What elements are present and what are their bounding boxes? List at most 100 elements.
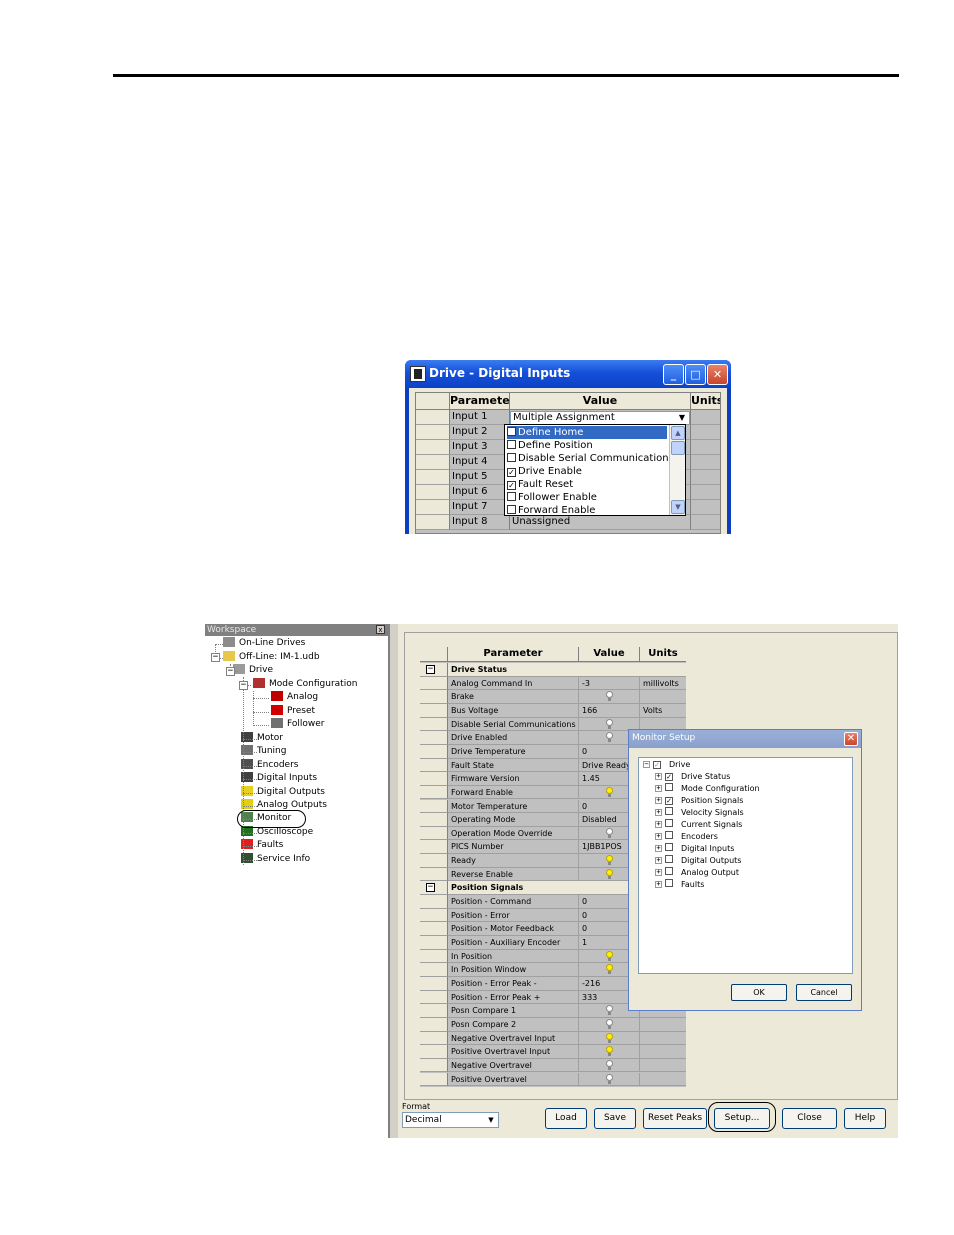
setup-signal-group[interactable]: + Digital Outputs <box>655 855 741 867</box>
list-scrollbar[interactable]: ▲ ▼ <box>669 425 685 515</box>
column-header-value[interactable]: Value <box>510 393 691 410</box>
expand-icon[interactable]: + <box>655 809 662 816</box>
grid-header-value[interactable]: Value <box>579 647 640 662</box>
option-checkbox[interactable] <box>507 427 516 436</box>
dropdown-arrow-icon[interactable]: ▼ <box>676 413 688 423</box>
row-selector[interactable] <box>416 500 450 515</box>
row-selector[interactable]: − <box>420 663 448 677</box>
monitor-row[interactable]: Bus Voltage 166 Volts <box>420 703 686 718</box>
collapse-icon[interactable]: − <box>426 883 435 893</box>
option-checkbox[interactable] <box>507 492 516 501</box>
tree-node-on-line-drives[interactable]: On-Line Drives <box>223 637 305 650</box>
assignment-dropdown-list[interactable]: Define Home Define Position Disable Serial… <box>504 424 686 516</box>
setup-signal-group[interactable]: + Current Signals <box>655 819 742 831</box>
window-titlebar[interactable]: Drive - Digital Inputs _ □ ✕ <box>405 360 731 388</box>
monitor-row[interactable]: Brake <box>420 690 686 704</box>
row-selector[interactable] <box>416 425 450 440</box>
setup-signal-group[interactable]: + Digital Inputs <box>655 843 734 855</box>
expand-icon[interactable]: + <box>655 857 662 864</box>
tree-node-analog[interactable]: Analog <box>271 691 318 704</box>
signal-group-checkbox[interactable] <box>665 819 673 827</box>
column-header-units[interactable]: Units <box>691 393 720 410</box>
tree-node-drive[interactable]: Drive <box>233 664 273 677</box>
grid-header-units[interactable]: Units <box>640 647 686 662</box>
tree-node-follower[interactable]: Follower <box>271 718 324 731</box>
setup-root-node[interactable]: − ✓ Drive <box>643 759 690 771</box>
cancel-button[interactable]: Cancel <box>796 984 852 1001</box>
grid-header-parameter[interactable]: Parameter <box>448 647 579 662</box>
collapse-icon[interactable]: − <box>239 681 248 690</box>
row-selector[interactable] <box>416 470 450 485</box>
option-checkbox[interactable] <box>507 440 516 449</box>
expand-icon[interactable]: + <box>655 797 662 804</box>
signal-group-checkbox[interactable] <box>665 843 673 851</box>
monitor-row[interactable]: Posn Compare 2 <box>420 1017 686 1032</box>
help-button[interactable]: Help <box>844 1108 886 1129</box>
monitor-row[interactable]: Positive Overtravel Input <box>420 1045 686 1059</box>
minimize-icon[interactable]: _ <box>663 364 684 385</box>
signal-group-checkbox[interactable]: ✓ <box>665 797 673 805</box>
setup-signal-group[interactable]: + ✓ Position Signals <box>655 795 743 807</box>
row-selector[interactable]: − <box>420 881 448 896</box>
collapse-icon[interactable]: − <box>643 761 650 768</box>
close-icon[interactable]: ✕ <box>707 364 728 385</box>
save-button[interactable]: Save <box>594 1108 636 1129</box>
load-button[interactable]: Load <box>545 1108 587 1129</box>
monitor-row[interactable]: Negative Overtravel <box>420 1058 686 1073</box>
assignment-option[interactable]: Forward Enable <box>507 504 667 517</box>
collapse-icon[interactable]: − <box>226 667 235 676</box>
assignment-option[interactable]: ✓ Fault Reset <box>507 478 667 491</box>
assignment-option[interactable]: Define Home <box>507 426 667 439</box>
row-selector[interactable] <box>416 455 450 470</box>
input-value[interactable]: Unassigned <box>510 515 691 530</box>
setup-signal-group[interactable]: + Mode Configuration <box>655 783 760 795</box>
close-icon[interactable]: ✕ <box>844 732 858 746</box>
assignment-option[interactable]: ✓ Drive Enable <box>507 465 667 478</box>
option-checkbox[interactable]: ✓ <box>507 468 516 477</box>
tree-node-mode-configuration[interactable]: Mode Configuration <box>253 678 357 691</box>
monitor-row[interactable]: Analog Command In -3 millivolts <box>420 676 686 691</box>
maximize-icon[interactable]: □ <box>685 364 706 385</box>
expand-icon[interactable]: + <box>655 869 662 876</box>
expand-icon[interactable]: + <box>655 881 662 888</box>
input-1-value-combo[interactable]: Multiple Assignment ▼ <box>510 411 690 425</box>
signal-group-checkbox[interactable] <box>665 783 673 791</box>
tree-node-off-line-im-1-udb[interactable]: Off-Line: IM-1.udb <box>223 651 320 664</box>
expand-icon[interactable]: + <box>655 773 662 780</box>
close-button[interactable]: Close <box>782 1108 837 1129</box>
setup-signal-group[interactable]: + Analog Output <box>655 867 739 879</box>
expand-icon[interactable]: + <box>655 821 662 828</box>
dialog-titlebar[interactable]: Monitor Setup ✕ <box>629 730 861 748</box>
row-selector[interactable] <box>416 515 450 530</box>
format-select[interactable]: Decimal ▼ <box>402 1112 499 1128</box>
scroll-up-icon[interactable]: ▲ <box>671 426 685 440</box>
dropdown-arrow-icon[interactable]: ▼ <box>485 1114 497 1126</box>
row-selector[interactable] <box>416 485 450 500</box>
assignment-option[interactable]: Define Position <box>507 439 667 452</box>
workspace-close-icon[interactable]: x <box>376 625 385 634</box>
column-header-parameter[interactable]: Parameter <box>450 393 515 410</box>
signal-group-checkbox[interactable] <box>665 879 673 887</box>
tree-node-preset[interactable]: Preset <box>271 705 315 718</box>
section-row[interactable]: − Drive Status <box>420 663 686 677</box>
setup-signal-group[interactable]: + ✓ Drive Status <box>655 771 730 783</box>
signal-group-checkbox[interactable] <box>665 867 673 875</box>
root-checkbox[interactable]: ✓ <box>653 761 661 769</box>
signal-group-checkbox[interactable]: ✓ <box>665 773 673 781</box>
assignment-option[interactable]: Follower Enable <box>507 491 667 504</box>
setup-signal-group[interactable]: + Velocity Signals <box>655 807 744 819</box>
setup-signal-group[interactable]: + Encoders <box>655 831 718 843</box>
collapse-icon[interactable]: − <box>211 653 220 662</box>
monitor-row[interactable]: Negative Overtravel Input <box>420 1031 686 1046</box>
row-selector[interactable] <box>416 410 450 425</box>
option-checkbox[interactable] <box>507 453 516 462</box>
expand-icon[interactable]: + <box>655 785 662 792</box>
expand-icon[interactable]: + <box>655 833 662 840</box>
option-checkbox[interactable] <box>507 505 516 514</box>
signal-group-checkbox[interactable] <box>665 831 673 839</box>
signal-group-checkbox[interactable] <box>665 807 673 815</box>
signal-group-checkbox[interactable] <box>665 855 673 863</box>
monitor-row[interactable]: Positive Overtravel <box>420 1072 686 1087</box>
expand-icon[interactable]: + <box>655 845 662 852</box>
row-selector[interactable] <box>416 440 450 455</box>
